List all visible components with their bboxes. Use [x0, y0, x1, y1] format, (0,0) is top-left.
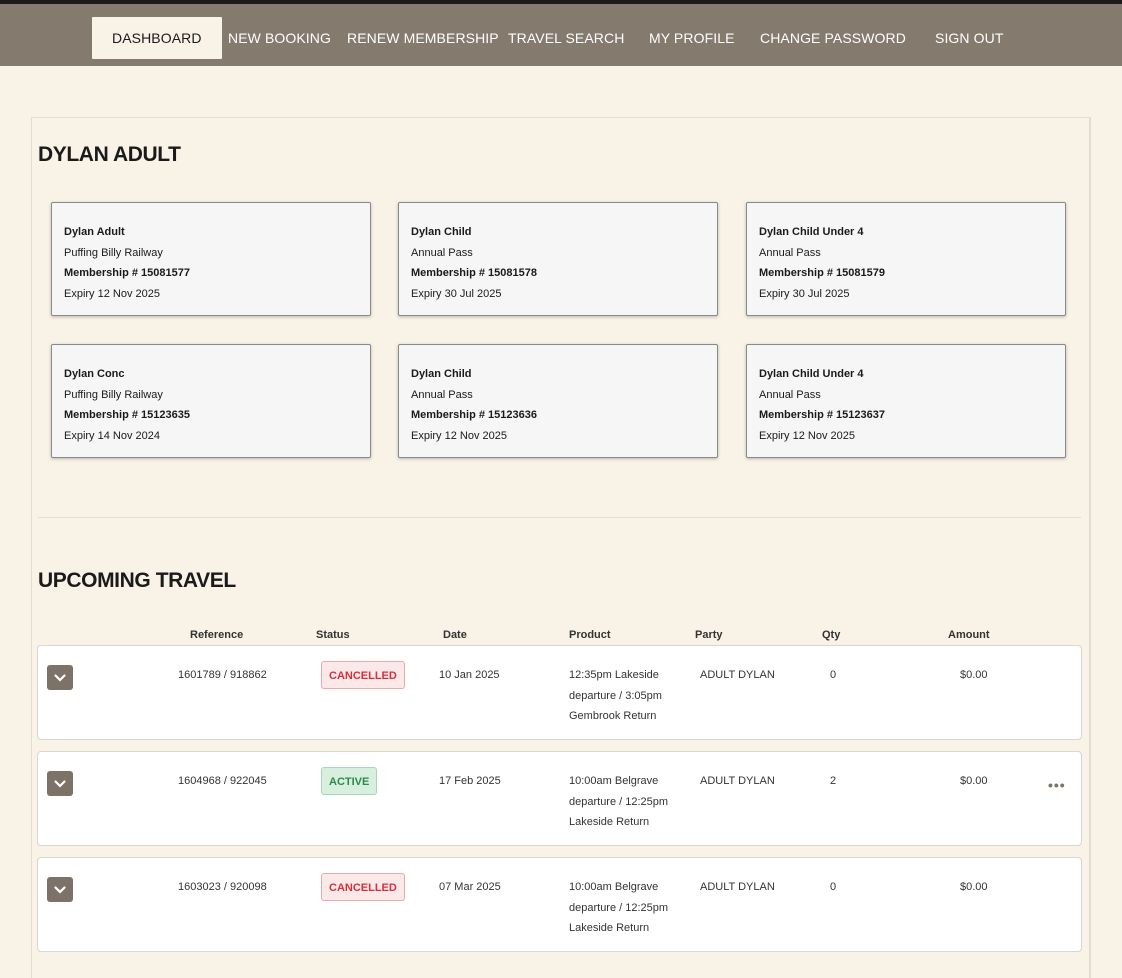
expand-row-button[interactable] [47, 771, 73, 796]
product-line: Gembrook Return [569, 710, 657, 722]
product-line: Lakeside Return [569, 922, 650, 934]
column-header-product: Product [569, 629, 611, 641]
travel-party: ADULT DYLAN [700, 775, 775, 787]
travel-qty: 2 [830, 775, 837, 787]
product-line: Lakeside Return [569, 816, 650, 828]
membership-number: Membership # 15081577 [64, 267, 190, 280]
travel-date: 07 Mar 2025 [439, 881, 501, 893]
table-row[interactable]: 1601789 / 918862 CANCELLED 10 Jan 2025 1… [37, 645, 1082, 740]
membership-type: Annual Pass [759, 246, 821, 259]
column-header-amount: Amount [948, 629, 990, 641]
travel-product: 10:00am Belgrave departure / 12:25pm Lak… [569, 771, 668, 833]
membership-type: Puffing Billy Railway [64, 388, 163, 401]
column-header-reference: Reference [190, 629, 244, 641]
membership-number: Membership # 15123635 [64, 409, 190, 422]
membership-type: Annual Pass [411, 246, 473, 259]
membership-expiry: Expiry 14 Nov 2024 [64, 429, 160, 442]
booking-reference: 1601789 / 918862 [178, 669, 267, 681]
nav-sign-out[interactable]: SIGN OUT [935, 17, 1003, 59]
chevron-down-icon [54, 885, 66, 894]
product-line: 10:00am Belgrave [569, 881, 659, 893]
membership-type: Annual Pass [759, 388, 821, 401]
status-badge: CANCELLED [321, 873, 405, 901]
column-header-date: Date [443, 629, 467, 641]
travel-product: 12:35pm Lakeside departure / 3:05pm Gemb… [569, 665, 662, 727]
travel-qty: 0 [830, 881, 837, 893]
main-navigation: DASHBOARD NEW BOOKING RENEW MEMBERSHIP T… [0, 4, 1122, 66]
column-header-party: Party [695, 629, 723, 641]
travel-amount: $0.00 [960, 669, 988, 681]
member-name: Dylan Child [411, 368, 472, 380]
membership-card[interactable]: Dylan Conc Puffing Billy Railway Members… [51, 344, 371, 458]
more-actions-icon[interactable]: ••• [1048, 777, 1066, 793]
product-line: 12:35pm Lakeside [569, 669, 659, 681]
membership-card[interactable]: Dylan Child Annual Pass Membership # 150… [398, 202, 718, 316]
membership-expiry: Expiry 12 Nov 2025 [759, 429, 855, 442]
upcoming-travel-heading: UPCOMING TRAVEL [38, 569, 236, 592]
table-row[interactable]: 1604968 / 922045 ACTIVE 17 Feb 2025 10:0… [37, 751, 1082, 846]
memberships-heading: DYLAN ADULT [38, 143, 181, 166]
nav-travel-search[interactable]: TRAVEL SEARCH [508, 17, 624, 59]
nav-my-profile[interactable]: MY PROFILE [649, 17, 735, 59]
member-name: Dylan Child Under 4 [759, 368, 864, 380]
expand-row-button[interactable] [47, 877, 73, 902]
travel-amount: $0.00 [960, 881, 988, 893]
membership-expiry: Expiry 12 Nov 2025 [64, 287, 160, 300]
travel-qty: 0 [830, 669, 837, 681]
nav-dashboard[interactable]: DASHBOARD [92, 17, 222, 59]
travel-date: 10 Jan 2025 [439, 669, 500, 681]
travel-party: ADULT DYLAN [700, 881, 775, 893]
section-divider [38, 517, 1081, 518]
product-line: departure / 3:05pm [569, 689, 662, 702]
membership-type: Annual Pass [411, 388, 473, 401]
membership-number: Membership # 15081578 [411, 267, 537, 280]
member-name: Dylan Child Under 4 [759, 226, 864, 238]
membership-number: Membership # 15123636 [411, 409, 537, 422]
product-line: 10:00am Belgrave [569, 775, 659, 787]
travel-party: ADULT DYLAN [700, 669, 775, 681]
product-line: departure / 12:25pm [569, 901, 669, 914]
membership-number: Membership # 15123637 [759, 409, 885, 422]
chevron-down-icon [54, 673, 66, 682]
travel-amount: $0.00 [960, 775, 988, 787]
chevron-down-icon [54, 779, 66, 788]
membership-number: Membership # 15081579 [759, 267, 885, 280]
booking-reference: 1604968 / 922045 [178, 775, 267, 787]
product-line: departure / 12:25pm [569, 795, 669, 808]
booking-reference: 1603023 / 920098 [178, 881, 267, 893]
membership-expiry: Expiry 30 Jul 2025 [759, 287, 850, 300]
nav-new-booking[interactable]: NEW BOOKING [228, 17, 331, 59]
column-header-qty: Qty [822, 629, 841, 641]
member-name: Dylan Conc [64, 368, 125, 380]
member-name: Dylan Child [411, 226, 472, 238]
table-row[interactable]: 1603023 / 920098 CANCELLED 07 Mar 2025 1… [37, 857, 1082, 952]
member-name: Dylan Adult [64, 226, 125, 238]
status-badge: ACTIVE [321, 767, 378, 795]
travel-date: 17 Feb 2025 [439, 775, 501, 787]
membership-expiry: Expiry 12 Nov 2025 [411, 429, 507, 442]
membership-card[interactable]: Dylan Child Under 4 Annual Pass Membersh… [746, 344, 1066, 458]
membership-expiry: Expiry 30 Jul 2025 [411, 287, 502, 300]
membership-type: Puffing Billy Railway [64, 246, 163, 259]
column-header-status: Status [316, 629, 350, 641]
expand-row-button[interactable] [47, 665, 73, 690]
membership-card[interactable]: Dylan Child Annual Pass Membership # 151… [398, 344, 718, 458]
nav-change-password[interactable]: CHANGE PASSWORD [760, 17, 906, 59]
travel-product: 10:00am Belgrave departure / 12:25pm Lak… [569, 877, 668, 939]
status-badge: CANCELLED [321, 661, 405, 689]
membership-card[interactable]: Dylan Adult Puffing Billy Railway Member… [51, 202, 371, 316]
nav-renew-membership[interactable]: RENEW MEMBERSHIP [347, 17, 499, 59]
membership-card[interactable]: Dylan Child Under 4 Annual Pass Membersh… [746, 202, 1066, 316]
